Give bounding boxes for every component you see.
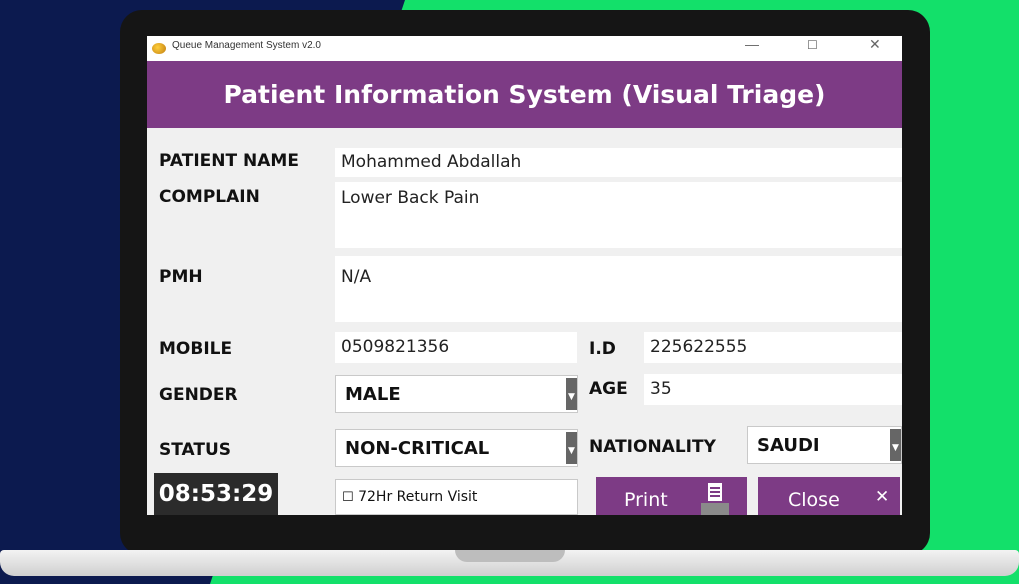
complain-field[interactable]: Lower Back Pain: [335, 182, 902, 248]
dropdown-arrow-icon[interactable]: ▼: [566, 378, 577, 410]
return-visit-checkbox[interactable]: ☐ 72Hr Return Visit: [335, 479, 578, 515]
print-button[interactable]: Print: [596, 477, 747, 515]
id-label: I.D: [589, 339, 616, 359]
minimize-button[interactable]: —: [745, 36, 759, 52]
close-button[interactable]: Close ✕: [758, 477, 900, 515]
maximize-button[interactable]: ☐: [807, 38, 818, 52]
close-icon: ✕: [875, 487, 890, 507]
print-icon: [701, 482, 729, 515]
pmh-label: PMH: [159, 267, 203, 287]
gender-label: GENDER: [159, 385, 238, 405]
patient-form: PATIENT NAME Mohammed Abdallah COMPLAIN …: [147, 128, 902, 515]
pmh-field[interactable]: N/A: [335, 256, 902, 322]
app-window: Queue Management System v2.0 — ☐ ✕ Patie…: [147, 36, 902, 515]
checkbox-icon[interactable]: ☐: [342, 490, 354, 505]
patient-name-field[interactable]: Mohammed Abdallah: [335, 148, 902, 177]
gender-value: MALE: [345, 384, 401, 405]
id-field[interactable]: 225622555: [644, 332, 902, 363]
laptop-notch: [455, 550, 565, 562]
patient-name-label: PATIENT NAME: [159, 151, 299, 171]
age-label: AGE: [589, 379, 628, 399]
dropdown-arrow-icon[interactable]: ▼: [566, 432, 577, 464]
page-title: Patient Information System (Visual Triag…: [147, 61, 902, 128]
app-icon: [152, 43, 166, 54]
print-button-label: Print: [624, 489, 668, 511]
nationality-label: NATIONALITY: [589, 437, 716, 457]
return-visit-label: 72Hr Return Visit: [358, 489, 478, 505]
age-field[interactable]: 35: [644, 374, 902, 405]
clock-display: 08:53:29: [154, 473, 278, 515]
window-close-button[interactable]: ✕: [869, 36, 881, 53]
nationality-value: SAUDI: [757, 435, 820, 456]
gender-select[interactable]: MALE ▼: [335, 375, 578, 413]
nationality-select[interactable]: SAUDI ▼: [747, 426, 902, 464]
status-value: NON-CRITICAL: [345, 438, 490, 459]
mobile-field[interactable]: 0509821356: [335, 332, 577, 363]
dropdown-arrow-icon[interactable]: ▼: [890, 429, 901, 461]
close-button-label: Close: [788, 489, 840, 511]
mobile-label: MOBILE: [159, 339, 233, 359]
window-titlebar: Queue Management System v2.0 — ☐ ✕: [147, 36, 902, 61]
status-label: STATUS: [159, 440, 232, 460]
window-title: Queue Management System v2.0: [172, 40, 321, 51]
status-select[interactable]: NON-CRITICAL ▼: [335, 429, 578, 467]
complain-label: COMPLAIN: [159, 187, 260, 207]
